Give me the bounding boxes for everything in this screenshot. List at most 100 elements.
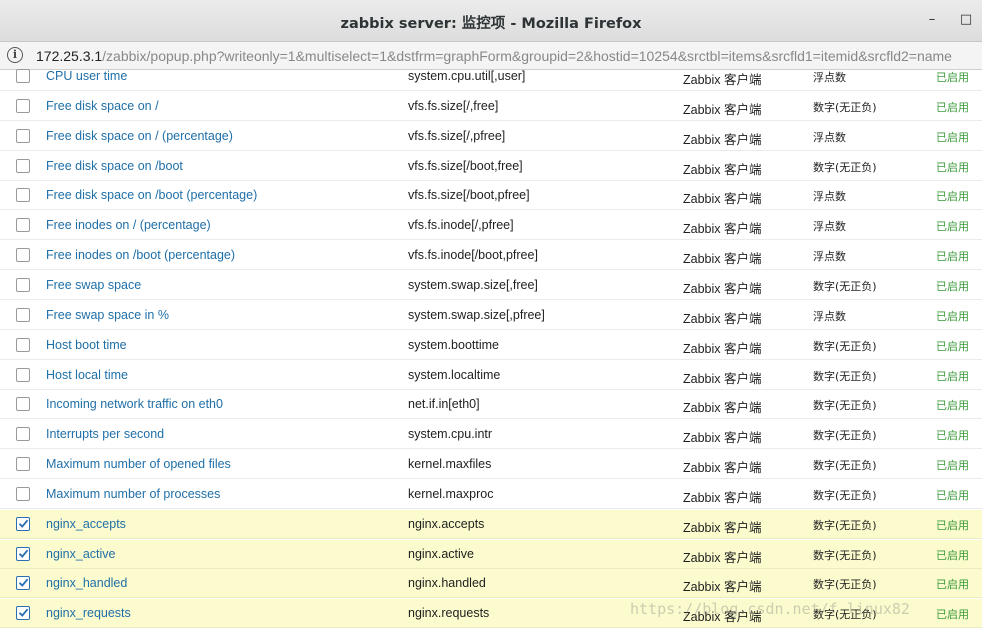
check-icon (18, 549, 29, 558)
row-checkbox[interactable] (16, 546, 30, 561)
item-format: 数字(无正负) (813, 160, 877, 174)
item-status: 已启用 (936, 578, 969, 592)
item-key: system.cpu.util[,user] (408, 69, 526, 83)
table-row[interactable]: Free disk space on / (percentage) vfs.fs.… (0, 122, 982, 151)
row-checkbox[interactable] (16, 427, 30, 442)
window-title: zabbix server: 监控项 - Mozilla Firefox (340, 16, 642, 32)
table-row[interactable]: Incoming network traffic on eth0 net.if.i… (0, 390, 982, 420)
row-checkbox[interactable] (16, 516, 30, 531)
item-name-link[interactable]: Maximum number of processes (46, 487, 220, 501)
table-row[interactable]: nginx_handled nginx.handled Zabbix 客户端 数字(无… (0, 569, 982, 599)
row-checkbox[interactable] (16, 69, 30, 83)
item-status: 已启用 (936, 190, 969, 204)
item-type: Zabbix 客户端 (683, 73, 762, 87)
item-key: vfs.fs.size[/,pfree] (408, 128, 506, 143)
maximize-button[interactable]: □ (956, 10, 976, 30)
watermark: https://blog.csdn.net/f_linux82 (630, 600, 910, 618)
row-checkbox[interactable] (16, 486, 30, 501)
item-status: 已启用 (936, 220, 969, 234)
row-checkbox[interactable] (16, 457, 30, 472)
table-row[interactable]: Free swap space in % system.swap.size[,pf… (0, 301, 982, 330)
row-checkbox[interactable] (16, 307, 30, 322)
item-key: nginx.requests (408, 606, 490, 621)
item-key: vfs.fs.size[/,free] (408, 98, 499, 113)
item-status: 已启用 (936, 459, 969, 473)
item-format: 数字(无正负) (813, 100, 877, 114)
row-checkbox[interactable] (16, 248, 30, 263)
item-name-link[interactable]: Free swap space (46, 278, 141, 292)
item-type: Zabbix 客户端 (683, 192, 762, 207)
item-name-link[interactable]: Free disk space on / (percentage) (46, 129, 233, 143)
item-format: 数字(无正负) (813, 578, 877, 592)
item-name-link[interactable]: Incoming network traffic on eth0 (46, 397, 223, 411)
table-row[interactable]: nginx_accepts nginx.accepts Zabbix 客户端 数字(无… (0, 509, 982, 539)
row-checkbox[interactable] (16, 98, 30, 113)
item-status: 已启用 (936, 130, 969, 144)
row-checkbox[interactable] (16, 367, 30, 382)
item-type: Zabbix 客户端 (683, 580, 762, 595)
item-key: kernel.maxproc (408, 486, 494, 501)
item-name-link[interactable]: Free inodes on / (percentage) (46, 218, 211, 232)
table-row[interactable]: Interrupts per second system.cpu.intr Zabb… (0, 420, 982, 450)
table-row[interactable]: Free swap space system.swap.size[,free] Za… (0, 271, 982, 300)
item-status: 已启用 (936, 399, 969, 413)
row-checkbox[interactable] (16, 218, 30, 233)
item-name-link[interactable]: Interrupts per second (46, 427, 164, 441)
item-format: 浮点数 (813, 220, 846, 234)
table-row[interactable]: CPU user time system.cpu.util[,user] Zabbi… (0, 62, 982, 91)
table-row[interactable]: Maximum number of opened files kernel.max… (0, 450, 982, 480)
table-row[interactable]: Free inodes on / (percentage) vfs.fs.inod… (0, 211, 982, 241)
item-status: 已启用 (936, 429, 969, 443)
check-icon (18, 519, 29, 528)
item-name-link[interactable]: nginx_accepts (46, 517, 126, 531)
item-status: 已启用 (936, 488, 969, 502)
item-name-link[interactable]: Host boot time (46, 338, 127, 352)
item-type: Zabbix 客户端 (683, 490, 762, 505)
table-row[interactable]: Free disk space on /boot vfs.fs.size[/boo… (0, 152, 982, 181)
item-name-link[interactable]: Maximum number of opened files (46, 457, 231, 471)
table-row[interactable]: nginx_active nginx.active Zabbix 客户端 数字(无正负… (0, 539, 982, 569)
item-type: Zabbix 客户端 (683, 401, 762, 416)
row-checkbox[interactable] (16, 188, 30, 203)
item-format: 数字(无正负) (813, 488, 877, 502)
item-format: 数字(无正负) (813, 399, 877, 413)
row-checkbox[interactable] (16, 397, 30, 412)
item-name-link[interactable]: Free swap space in % (46, 308, 169, 322)
check-icon (18, 579, 29, 588)
item-name-link[interactable]: nginx_active (46, 547, 116, 561)
item-name-link[interactable]: Free disk space on / (46, 99, 159, 113)
row-checkbox[interactable] (16, 158, 30, 173)
item-key: nginx.active (408, 546, 475, 561)
row-checkbox[interactable] (16, 337, 30, 352)
item-type: Zabbix 客户端 (683, 102, 762, 117)
table-row[interactable]: Free disk space on / vfs.fs.size[/,free] Z… (0, 92, 982, 121)
minimize-button[interactable]: – (922, 10, 942, 30)
info-icon[interactable]: i (7, 47, 23, 63)
item-format: 浮点数 (813, 250, 846, 264)
item-format: 数字(无正负) (813, 548, 877, 562)
row-checkbox[interactable] (16, 606, 30, 621)
item-name-link[interactable]: Host local time (46, 368, 128, 382)
item-format: 数字(无正负) (813, 279, 877, 293)
table-row[interactable]: Free disk space on /boot (percentage) vfs… (0, 181, 982, 211)
item-name-link[interactable]: CPU user time (46, 69, 127, 83)
table-row[interactable]: Maximum number of processes kernel.maxpro… (0, 480, 982, 509)
row-checkbox[interactable] (16, 128, 30, 143)
window-titlebar: zabbix server: 监控项 - Mozilla Firefox – □ (0, 0, 982, 42)
item-name-link[interactable]: nginx_handled (46, 576, 127, 590)
item-name-link[interactable]: nginx_requests (46, 606, 131, 620)
item-name-link[interactable]: Free inodes on /boot (percentage) (46, 248, 235, 262)
item-type: Zabbix 客户端 (683, 162, 762, 177)
item-status: 已启用 (936, 100, 969, 114)
item-key: system.swap.size[,pfree] (408, 307, 545, 322)
row-checkbox[interactable] (16, 277, 30, 292)
row-checkbox[interactable] (16, 576, 30, 591)
item-name-link[interactable]: Free disk space on /boot (percentage) (46, 188, 257, 202)
table-row[interactable]: Host local time system.localtime Zabbix 客户… (0, 361, 982, 390)
table-row[interactable]: Host boot time system.boottime Zabbix 客户端 数… (0, 331, 982, 360)
item-name-link[interactable]: Free disk space on /boot (46, 159, 183, 173)
table-row[interactable]: Free inodes on /boot (percentage) vfs.fs.… (0, 241, 982, 271)
item-type: Zabbix 客户端 (683, 222, 762, 237)
item-key: net.if.in[eth0] (408, 397, 480, 412)
item-key: kernel.maxfiles (408, 457, 492, 472)
